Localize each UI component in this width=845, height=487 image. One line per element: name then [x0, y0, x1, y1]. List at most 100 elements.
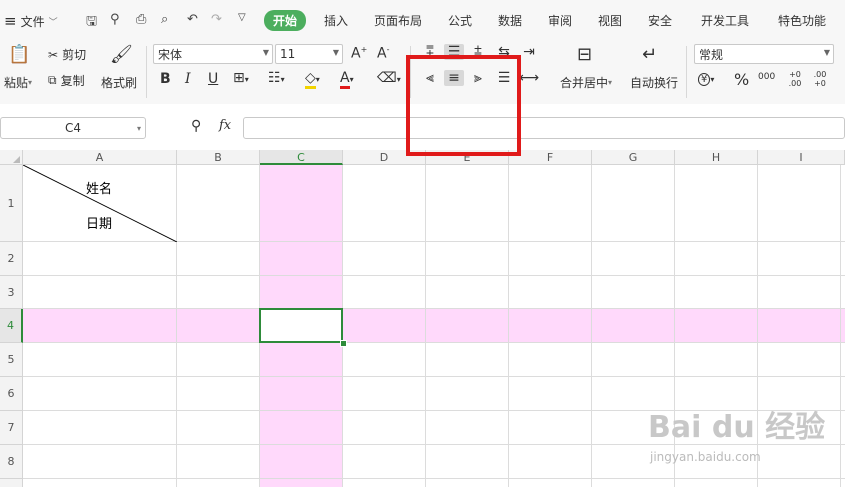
font-name-value: 宋体 [158, 47, 183, 62]
paste-button[interactable]: 粘贴 ▾ [4, 74, 32, 91]
spreadsheet-grid: A B C D E F G H I 1 2 3 4 5 6 7 8 姓名 日期 … [0, 150, 845, 487]
copy-button[interactable]: ⧉ 复制 [48, 72, 85, 89]
wrap-text-label: 自动换行 [630, 76, 679, 90]
increase-decimal-icon[interactable]: +0 .00 [786, 70, 804, 88]
grid-line [840, 165, 841, 487]
row-header-2[interactable]: 2 [0, 242, 23, 276]
grid-line [23, 275, 845, 276]
tab-review[interactable]: 审阅 [548, 12, 572, 29]
underline-button[interactable]: U [208, 71, 218, 87]
fill-handle[interactable] [340, 340, 347, 347]
row-header-4[interactable]: 4 [0, 309, 23, 343]
print-icon[interactable]: ⎙ [136, 12, 146, 27]
name-box-value: C4 [64, 121, 81, 135]
column-header-b[interactable]: B [177, 150, 260, 165]
paste-label: 粘贴 [4, 76, 29, 90]
font-color-icon[interactable]: A▾ [340, 70, 354, 89]
increase-font-icon[interactable]: A+ [351, 45, 367, 62]
wrap-text-button[interactable]: 自动换行 [630, 74, 678, 91]
distributed-icon[interactable]: ⟷ [519, 70, 539, 86]
bold-button[interactable]: B [160, 71, 171, 87]
font-name-select[interactable]: 宋体 ▼ [153, 44, 273, 64]
copy-icon: ⧉ [48, 73, 57, 87]
annotation-highlight-box [406, 55, 521, 156]
number-format-select[interactable]: 常规 ▼ [694, 44, 834, 64]
font-size-select[interactable]: 11 ▼ [275, 44, 343, 64]
print-preview-icon[interactable]: ⌕ [161, 12, 168, 27]
grid-line [23, 478, 845, 479]
tab-view[interactable]: 视图 [598, 12, 622, 29]
menu-bar: ≡ 文件 ﹀ 🖫 ⚲ ⎙ ⌕ ↶ ↷ ▽ 开始 插入 页面布局 公式 数据 审阅… [0, 0, 845, 42]
undo-icon[interactable]: ↶ [187, 12, 198, 27]
tab-special[interactable]: 特色功能 [778, 12, 826, 29]
tab-developer[interactable]: 开发工具 [701, 12, 749, 29]
row-header-7[interactable]: 7 [0, 411, 23, 445]
watermark-logo: Bai du 经验 [648, 410, 826, 445]
fill-color-icon[interactable]: ◇▾ [305, 70, 320, 89]
row-header-6[interactable]: 6 [0, 377, 23, 411]
number-format-value: 常规 [699, 47, 724, 62]
tab-page-layout[interactable]: 页面布局 [374, 12, 422, 29]
cut-button[interactable]: ✂ 剪切 [48, 46, 86, 63]
indent-icon[interactable]: ⇥ [519, 44, 539, 60]
select-all-corner[interactable] [0, 150, 23, 165]
cut-label: 剪切 [62, 48, 87, 62]
column-header-h[interactable]: H [675, 150, 758, 165]
column-header-a[interactable]: A [23, 150, 177, 165]
watermark-url: jingyan.baidu.com [650, 450, 761, 464]
file-menu-label: 文件 [20, 14, 45, 29]
percent-icon[interactable]: % [734, 70, 749, 89]
chevron-down-icon: ﹀ [48, 17, 58, 28]
redo-icon[interactable]: ↷ [211, 12, 222, 27]
decrease-decimal-icon[interactable]: .00 +0 [811, 70, 829, 88]
paste-icon[interactable]: 📋 [8, 44, 30, 65]
scissors-icon: ✂ [48, 47, 59, 62]
file-menu[interactable]: ≡ 文件 ﹀ [4, 12, 58, 30]
grid-line [591, 165, 592, 487]
merge-center-button[interactable]: 合并居中 ▾ [560, 74, 612, 91]
format-brush-icon[interactable]: ⚲ [110, 12, 120, 27]
row-header-8[interactable]: 8 [0, 445, 23, 479]
merge-center-label: 合并居中 [560, 76, 609, 90]
fill-style-icon[interactable]: ☷▾ [268, 70, 285, 86]
row-header-3[interactable]: 3 [0, 276, 23, 309]
tab-security[interactable]: 安全 [648, 12, 672, 29]
thousands-icon[interactable]: 000 [758, 72, 775, 82]
row-header-5[interactable]: 5 [0, 343, 23, 377]
format-painter-button[interactable]: 格式刷 [101, 74, 137, 91]
tab-formula[interactable]: 公式 [448, 12, 472, 29]
column-header-g[interactable]: G [592, 150, 675, 165]
eraser-icon[interactable]: ⌫▾ [377, 70, 401, 86]
grid-line [508, 165, 509, 487]
column-header-c[interactable]: C [260, 150, 343, 165]
italic-button[interactable]: I [185, 71, 191, 87]
search-icon[interactable]: ⚲ [191, 118, 201, 134]
more-icon[interactable]: ▽ [238, 12, 246, 23]
name-box[interactable]: C4 ▾ [0, 117, 146, 139]
selected-cell-c4[interactable] [259, 308, 343, 343]
formula-input[interactable] [243, 117, 845, 139]
format-painter-label: 格式刷 [101, 76, 138, 90]
grid-line [23, 342, 845, 343]
row-highlight [23, 309, 845, 343]
wrap-text-icon: ↵ [642, 44, 658, 65]
grid-line [23, 376, 845, 377]
column-header-i[interactable]: I [758, 150, 845, 165]
fx-icon[interactable]: fx [219, 118, 231, 133]
decrease-font-icon[interactable]: A- [377, 45, 389, 62]
chevron-down-icon: ▾ [136, 123, 141, 133]
tab-insert[interactable]: 插入 [324, 12, 348, 29]
save-icon[interactable]: 🖫 [86, 12, 97, 34]
column-header-f[interactable]: F [509, 150, 592, 165]
currency-icon[interactable]: ¥ ▾ [698, 70, 714, 86]
cell-a1-bottom-text: 日期 [86, 217, 113, 232]
copy-label: 复制 [60, 74, 85, 88]
tab-data[interactable]: 数据 [498, 12, 522, 29]
hamburger-icon: ≡ [4, 12, 17, 30]
divider [146, 46, 147, 98]
row-header-1[interactable]: 1 [0, 165, 23, 242]
grid-line [425, 165, 426, 487]
border-icon[interactable]: ⊞▾ [233, 70, 249, 86]
tab-home[interactable]: 开始 [264, 10, 307, 31]
row-header-9[interactable] [0, 479, 23, 487]
